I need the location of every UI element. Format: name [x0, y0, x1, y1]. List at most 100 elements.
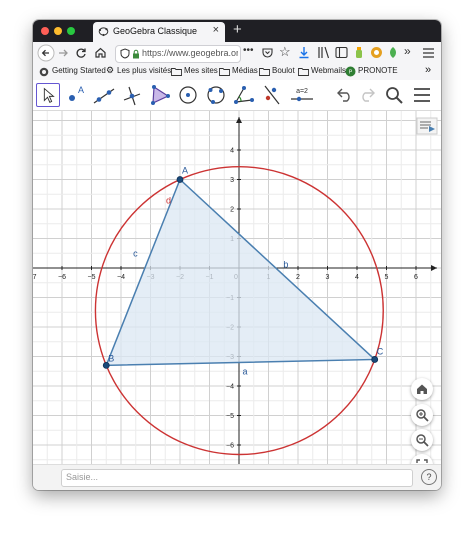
close-window-button[interactable]	[41, 27, 49, 35]
algebra-input-field[interactable]: Saisie...	[61, 469, 413, 487]
bookmark-most-visited[interactable]: Les plus visités	[117, 66, 171, 75]
circle-three-points-tool-button[interactable]	[204, 83, 228, 107]
hamburger-menu-icon[interactable]	[422, 47, 435, 59]
x-tick-label: −4	[117, 274, 125, 281]
tab-title: GeoGebra Classique	[113, 26, 198, 36]
folder-icon	[219, 68, 230, 76]
download-icon[interactable]	[298, 46, 310, 59]
browser-tab[interactable]: GeoGebra Classique ×	[93, 22, 225, 42]
zoom-out-button[interactable]	[411, 429, 433, 451]
gear-icon: ⚙	[106, 65, 115, 75]
polygon-tool-button[interactable]	[148, 83, 172, 107]
folder-icon	[298, 68, 309, 76]
x-tick-label: 5	[385, 274, 389, 281]
main-menu-icon[interactable]	[413, 87, 431, 103]
url-text: https://www.geogebra.org	[142, 48, 238, 58]
sidebar-icon[interactable]	[335, 46, 348, 59]
point-c	[371, 356, 379, 363]
bookmarks-bar: Getting Started ⚙ Les plus visités Mes s…	[33, 64, 441, 81]
line-tool-button[interactable]	[92, 83, 116, 107]
overflow-chevron-icon[interactable]: »	[404, 44, 411, 58]
extension-bottle-icon[interactable]	[353, 46, 365, 59]
undo-icon[interactable]	[336, 87, 354, 103]
x-tick-label: −7	[33, 274, 37, 281]
page-actions-icon[interactable]: •••	[243, 45, 254, 56]
circle-center-point-tool-button[interactable]	[176, 83, 200, 107]
input-bar: Saisie... ?	[33, 464, 441, 490]
graphics-canvas[interactable]: −7−6−5−4−3−2−101234564321−1−2−3−4−5−6−7A…	[33, 111, 441, 479]
angle-tool-button[interactable]	[232, 83, 256, 107]
bookmark-pronote[interactable]: PRONOTE	[358, 66, 398, 75]
forward-icon[interactable]	[57, 47, 69, 59]
label-c: c	[133, 248, 138, 258]
bookmark-webmails[interactable]: Webmails	[311, 66, 346, 75]
library-icon[interactable]	[317, 46, 331, 59]
zoom-out-icon	[416, 434, 429, 447]
bookmark-star-icon[interactable]: ☆	[279, 44, 291, 60]
angle-icon	[234, 86, 254, 104]
line-icon	[93, 88, 115, 104]
y-tick-label: 3	[230, 177, 234, 184]
x-tick-label: 4	[355, 274, 359, 281]
search-icon[interactable]	[385, 86, 403, 104]
x-tick-label: −5	[88, 274, 96, 281]
label-b: b	[283, 259, 288, 269]
y-tick-label: −6	[226, 443, 234, 450]
x-tick-label: 2	[296, 274, 300, 281]
circle-center-point-icon	[179, 86, 197, 104]
x-axis-arrow	[431, 265, 437, 271]
back-button[interactable]	[37, 44, 55, 62]
zoom-window-button[interactable]	[67, 27, 75, 35]
input-help-icon[interactable]: ?	[421, 469, 437, 485]
geogebra-toolbar: A a=2	[33, 80, 441, 111]
bookmark-medias[interactable]: Médias	[232, 66, 258, 75]
point-a	[176, 176, 184, 183]
geogebra-favicon-icon	[98, 27, 109, 37]
move-tool-button[interactable]	[36, 83, 60, 107]
folder-icon	[171, 68, 182, 76]
reflect-icon	[264, 85, 280, 105]
home-icon	[417, 384, 427, 394]
redo-icon[interactable]	[358, 87, 376, 103]
minimize-window-button[interactable]	[54, 27, 62, 35]
bookmark-mes-sites[interactable]: Mes sites	[184, 66, 218, 75]
url-bar[interactable]: https://www.geogebra.org	[115, 45, 241, 63]
x-tick-label: −6	[58, 274, 66, 281]
lock-icon	[133, 49, 139, 59]
slider-tool-button[interactable]: a=2	[287, 83, 317, 107]
navigation-bar: https://www.geogebra.org ••• ☆ »	[33, 42, 441, 64]
zoom-in-button[interactable]	[411, 404, 433, 426]
y-tick-label: −4	[226, 384, 234, 391]
perpendicular-line-tool-button[interactable]	[120, 83, 144, 107]
point-icon: A	[69, 85, 84, 101]
y-tick-label: −5	[226, 413, 234, 420]
label-C: C	[377, 346, 384, 356]
label-B: B	[108, 353, 114, 363]
graphics-view[interactable]: −7−6−5−4−3−2−101234564321−1−2−3−4−5−6−7A…	[33, 111, 441, 479]
bookmarks-overflow-icon[interactable]: »	[425, 64, 431, 76]
extension-circle-icon[interactable]	[370, 46, 383, 59]
standard-view-button[interactable]	[411, 378, 433, 400]
point-tool-button[interactable]: A	[64, 83, 88, 107]
bookmark-getting-started[interactable]: Getting Started	[52, 66, 106, 75]
triangle-abc	[105, 178, 377, 367]
pocket-icon[interactable]	[261, 46, 274, 59]
tab-close-icon[interactable]: ×	[213, 24, 219, 36]
polygon-icon	[151, 85, 170, 105]
bookmark-boulot[interactable]: Boulot	[272, 66, 295, 75]
folder-icon	[259, 68, 270, 76]
y-tick-label: 2	[230, 207, 234, 214]
extension-leaf-icon[interactable]	[387, 46, 399, 59]
browser-window: GeoGebra Classique × + https://www.geoge…	[33, 20, 441, 490]
circle-three-points-icon	[207, 86, 225, 104]
label-a: a	[242, 366, 247, 376]
tab-bar: GeoGebra Classique × +	[33, 20, 441, 42]
home-icon[interactable]	[94, 46, 107, 59]
reflect-tool-button[interactable]	[260, 83, 284, 107]
reload-icon[interactable]	[75, 47, 87, 59]
style-bar-toggle-icon[interactable]	[416, 117, 438, 135]
new-tab-button[interactable]: +	[233, 21, 242, 38]
pronote-icon: P	[345, 66, 356, 77]
label-d: d	[166, 196, 171, 206]
perpendicular-line-icon	[123, 86, 141, 106]
